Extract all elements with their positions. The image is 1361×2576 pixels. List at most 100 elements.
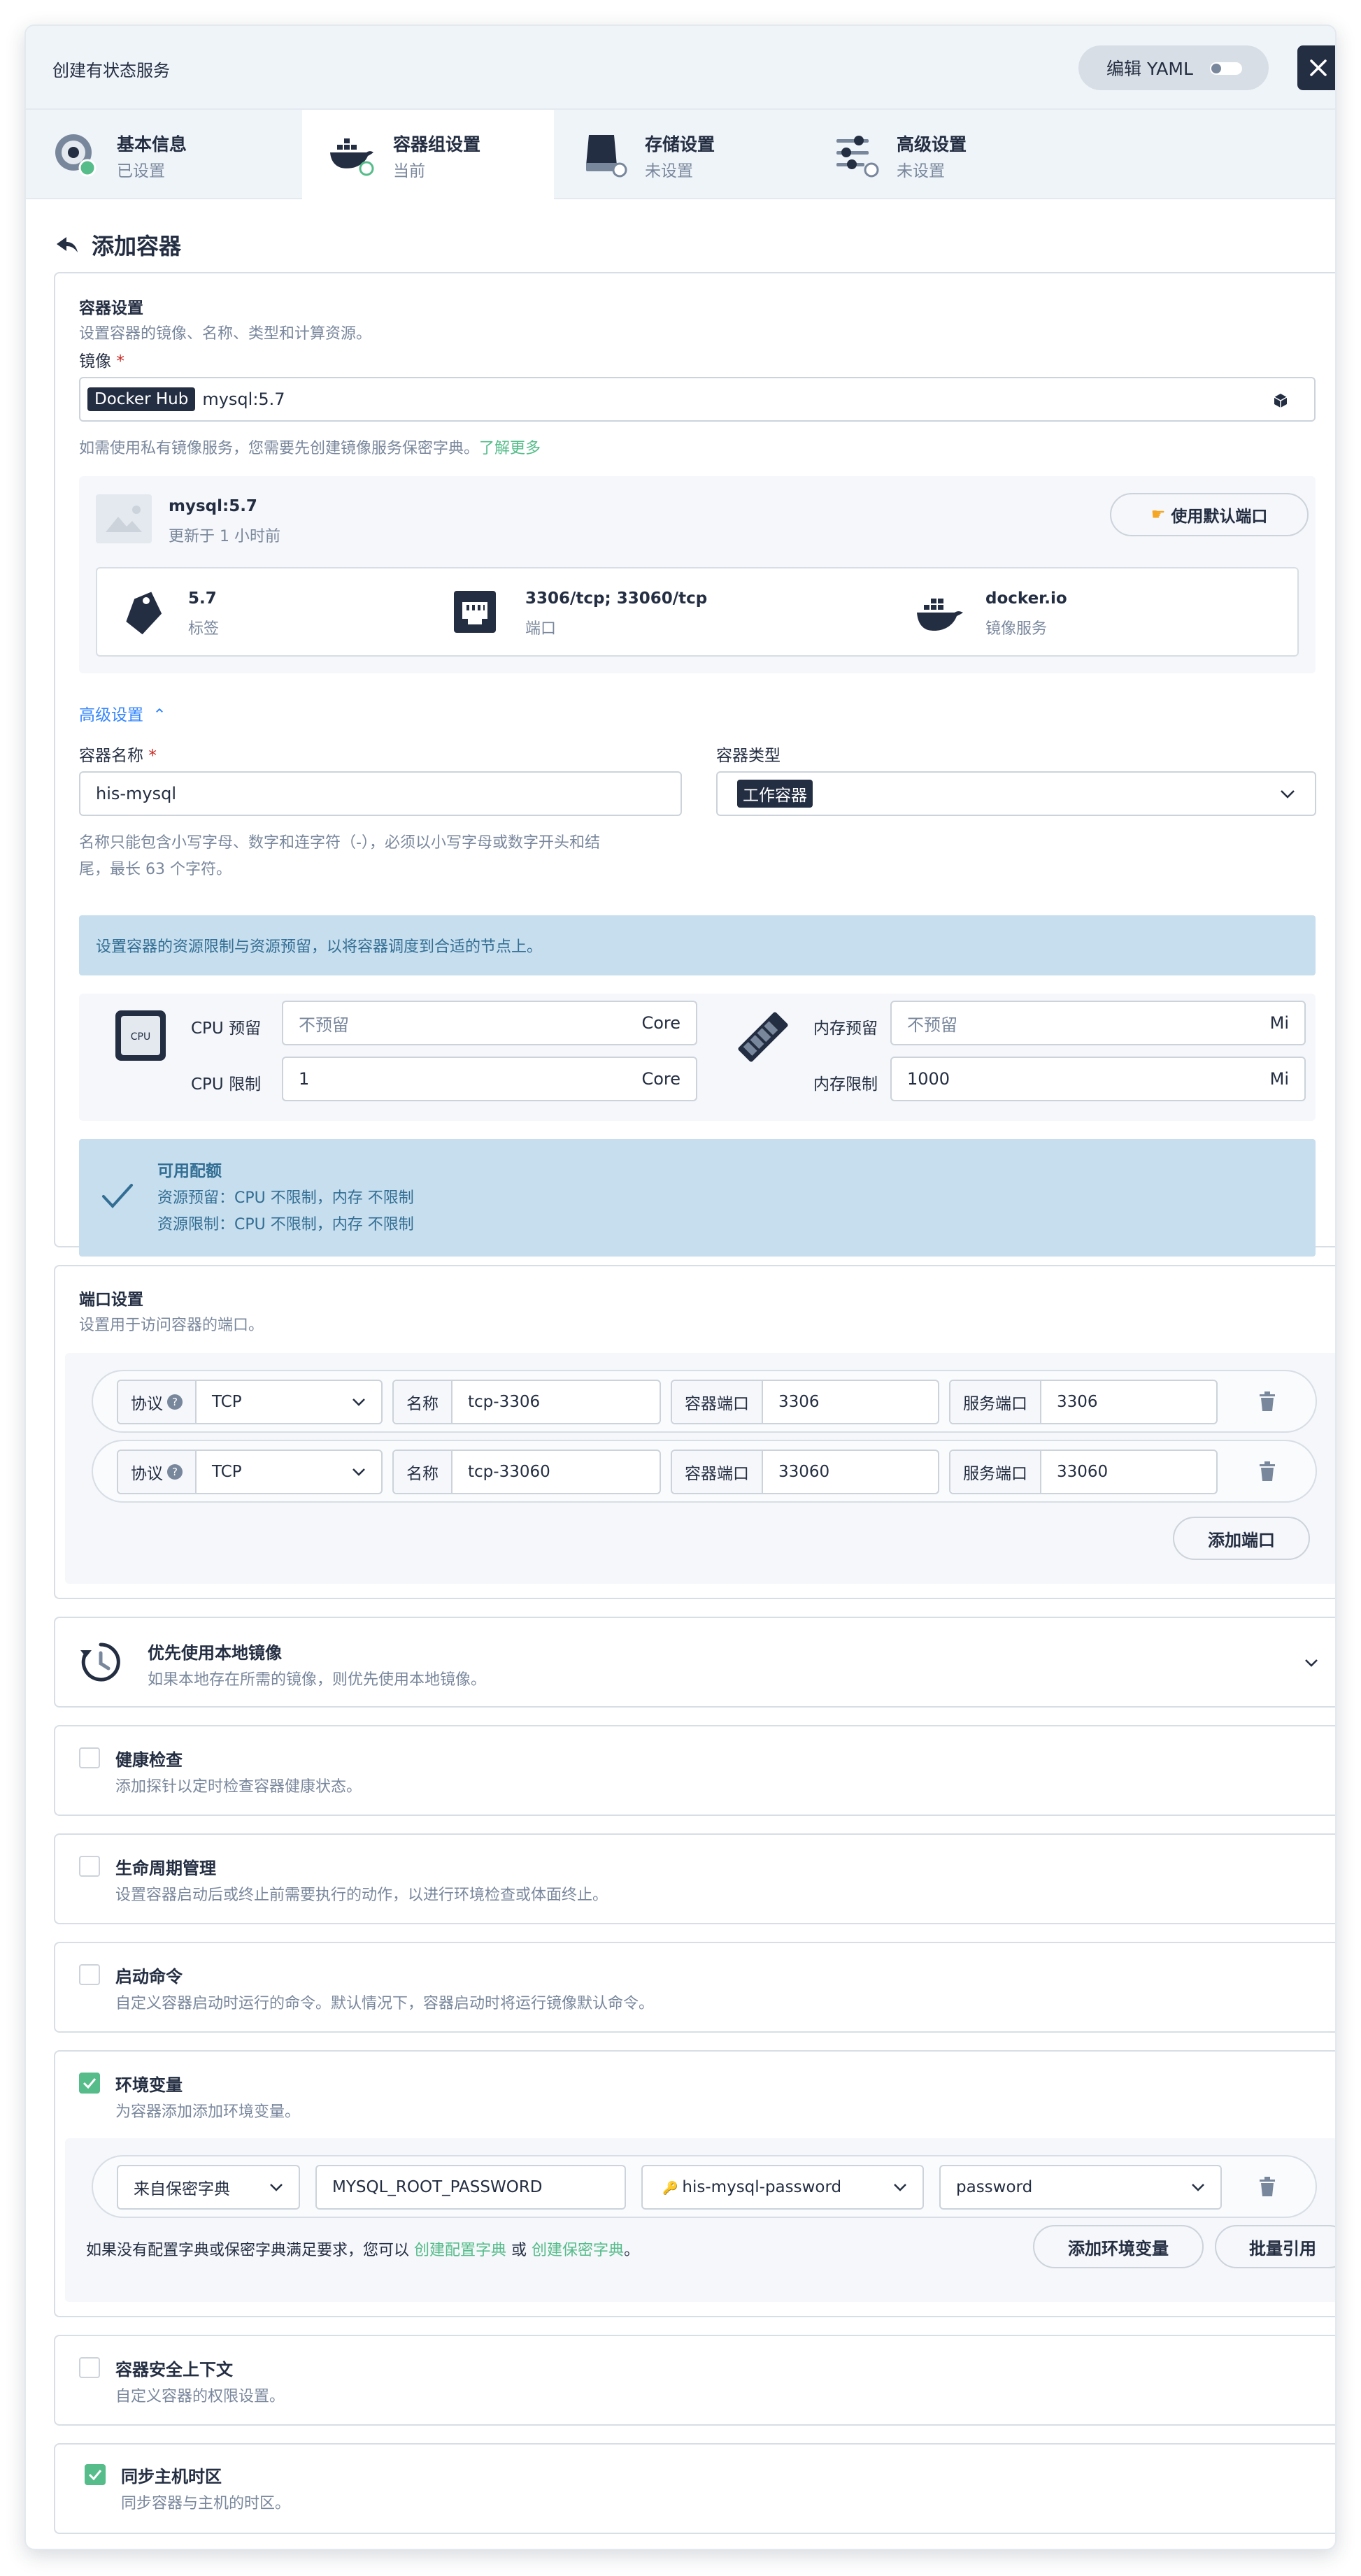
page-title: 添加容器 [92,233,182,259]
cpu-unit: Core [641,1069,680,1089]
back-arrow-icon[interactable] [55,236,79,254]
service-port-input[interactable]: 服务端口 33060 [949,1450,1218,1494]
mem-reserve-label: 内存预留 [813,1019,878,1038]
container-name-input[interactable]: his-mysql [79,771,682,816]
container-port-input[interactable]: 容器端口 33060 [671,1450,939,1494]
advanced-settings-toggle[interactable]: 高级设置 ⌃ [79,701,166,725]
history-icon [80,1643,120,1682]
modal-title: 创建有状态服务 [52,61,170,80]
edit-yaml-label: 编辑 YAML [1106,59,1193,79]
protocol-label: 协议 [131,1465,163,1483]
image-label-row: 镜像 * [79,348,124,371]
tag-icon [126,592,162,635]
port-name-input[interactable]: 名称 tcp-3306 [392,1380,661,1424]
trash-icon[interactable] [1258,2176,1276,2197]
tag-label: 标签 [188,620,220,638]
sync-timezone-checkbox[interactable] [85,2464,106,2485]
section-desc: 设置用于访问容器的端口。 [79,1317,264,1334]
batch-reference-button[interactable]: 批量引用 [1215,2225,1335,2268]
help-icon: ? [167,1464,183,1480]
private-registry-hint: 如需使用私有镜像服务，您需要先创建镜像服务保密字典。了解更多 [79,436,541,458]
add-env-button[interactable]: 添加环境变量 [1033,2225,1204,2268]
service-port-input[interactable]: 服务端口 3306 [949,1380,1218,1424]
local-image-card[interactable]: 优先使用本地镜像 如果本地存在所需的镜像，则优先使用本地镜像。 [54,1617,1335,1708]
start-command-card: 启动命令 自定义容器启动时运行的命令。默认情况下，容器启动时将运行镜像默认命令。 [54,1942,1335,2033]
service-port-label: 服务端口 [950,1451,1041,1493]
container-settings-card: 容器设置 设置容器的镜像、名称、类型和计算资源。 镜像 * Docker Hub… [54,272,1335,1257]
mem-limit-input[interactable]: 1000 Mi [890,1057,1306,1101]
env-source-select[interactable]: 来自保密字典 [117,2165,300,2210]
security-context-checkbox[interactable] [79,2357,100,2378]
cube-icon[interactable] [1272,392,1289,409]
sliders-icon [836,136,879,178]
storage-icon [586,135,627,178]
container-port-label: 容器端口 [672,1381,763,1423]
tab-container-group[interactable]: 容器组设置 当前 [302,110,554,199]
quota-limit: 资源限制：CPU 不限制，内存 不限制 [157,1216,414,1233]
cpu-reserve-input[interactable]: 不预留 Core [282,1001,697,1045]
tab-basic-info[interactable]: 基本信息 已设置 [26,110,302,199]
env-key-input[interactable]: MYSQL_ROOT_PASSWORD [315,2165,626,2210]
docker-whale-icon [917,599,963,631]
lifecycle-checkbox[interactable] [79,1856,100,1877]
edit-yaml-toggle[interactable]: 编辑 YAML [1078,45,1269,90]
trash-icon[interactable] [1258,1391,1276,1412]
env-secret-key-value-box: password [941,2178,1220,2196]
tab-label: 高级设置 [897,134,967,155]
chevron-down-icon[interactable] [1304,1659,1318,1667]
image-input[interactable]: Docker Hub mysql:5.7 [79,377,1316,422]
learn-more-link[interactable]: 了解更多 [479,440,541,457]
tab-storage[interactable]: 存储设置 未设置 [554,110,806,199]
create-configmap-link[interactable]: 创建配置字典 [414,2242,506,2259]
add-port-button[interactable]: 添加端口 [1173,1517,1310,1560]
tab-status: 未设置 [897,162,945,180]
protocol-select[interactable]: 协议? TCP [117,1450,383,1494]
health-check-checkbox[interactable] [79,1747,100,1768]
required-mark: * [148,747,157,765]
section-title: 容器设置 [79,299,143,317]
port-name-label: 名称 [394,1451,453,1493]
chevron-up-icon: ⌃ [152,706,166,724]
env-hint-or: 或 [511,2242,527,2259]
close-button[interactable] [1297,45,1335,90]
image-details-panel: mysql:5.7 更新于 1 小时前 ☛ 使用默认端口 5.7 标签 3306… [79,476,1316,673]
cpu-limit-input[interactable]: 1 Core [282,1057,697,1101]
container-port-input[interactable]: 容器端口 3306 [671,1380,939,1424]
trash-icon[interactable] [1258,1461,1276,1482]
hint-text: 如需使用私有镜像服务，您需要先创建镜像服务保密字典。 [79,440,480,457]
cpu-reserve-placeholder: 不预留 [299,1015,349,1035]
container-port-label: 容器端口 [672,1451,763,1493]
env-secret-key-select[interactable]: password [939,2165,1222,2210]
tab-label: 容器组设置 [393,134,481,155]
env-vars-checkbox[interactable] [79,2073,100,2094]
port-name-input[interactable]: 名称 tcp-33060 [392,1450,661,1494]
protocol-select[interactable]: 协议? TCP [117,1380,383,1424]
use-default-ports-button[interactable]: ☛ 使用默认端口 [1110,493,1309,536]
health-check-title: 健康检查 [115,1750,183,1770]
env-secret-value-box: 🔑 his-mysql-password [643,2178,922,2196]
available-quota-banner: 可用配额 资源预留：CPU 不限制，内存 不限制 资源限制：CPU 不限制，内存… [79,1139,1316,1257]
start-command-checkbox[interactable] [79,1964,100,1985]
mem-reserve-input[interactable]: 不预留 Mi [890,1001,1306,1045]
protocol-label-box: 协议? [118,1451,197,1493]
port-row: 协议? TCP 名称 tcp-33060 容器端口 33060 服务端口 330… [92,1440,1317,1503]
env-panel: 来自保密字典 MYSQL_ROOT_PASSWORD 🔑 his-mysql-pa… [65,2138,1335,2302]
help-icon: ? [167,1394,183,1410]
tag-value: 5.7 [188,589,217,608]
env-vars-card: 环境变量 为容器添加添加环境变量。 来自保密字典 MYSQL_ROOT_PASS… [54,2050,1335,2317]
image-value: mysql:5.7 [202,389,285,409]
local-image-desc: 如果本地存在所需的镜像，则优先使用本地镜像。 [148,1671,487,1689]
create-secret-link[interactable]: 创建保密字典 [532,2242,624,2259]
chevron-down-icon [894,2184,906,2191]
tab-advanced[interactable]: 高级设置 未设置 [806,110,1057,199]
container-type-select[interactable]: 工作容器 [716,771,1316,816]
registry-tag[interactable]: Docker Hub [87,387,196,411]
tab-status: 未设置 [645,162,693,180]
quota-reserve: 资源预留：CPU 不限制，内存 不限制 [157,1189,414,1207]
env-secret-select[interactable]: 🔑 his-mysql-password [641,2165,924,2210]
container-type-value: 工作容器 [737,780,813,808]
chevron-down-icon [352,1398,365,1406]
mem-reserve-placeholder: 不预留 [907,1015,957,1035]
sync-timezone-desc: 同步容器与主机的时区。 [121,2495,291,2512]
tab-label: 基本信息 [117,134,187,155]
